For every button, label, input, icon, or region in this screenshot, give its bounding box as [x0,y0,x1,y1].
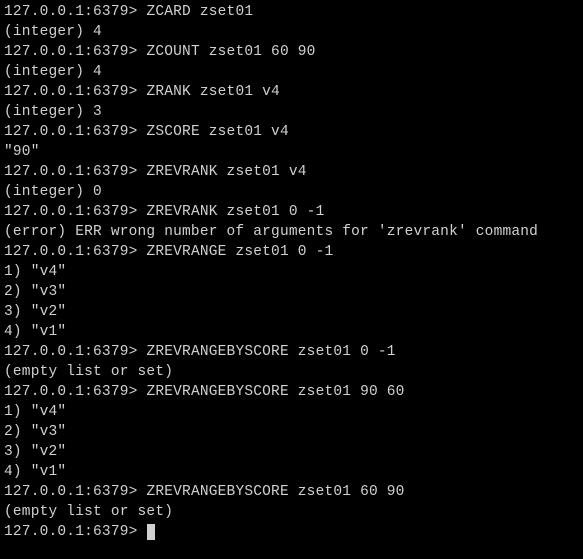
prompt: 127.0.0.1:6379> [4,524,146,540]
command-text: ZREVRANGEBYSCORE zset01 0 -1 [146,344,395,360]
output-text: 4) "v1" [4,324,66,340]
terminal-output-line: 1) "v4" [4,262,579,282]
output-text: 3) "v2" [4,304,66,320]
output-text: 1) "v4" [4,264,66,280]
command-text: ZREVRANGE zset01 0 -1 [146,244,333,260]
terminal-output-line: 3) "v2" [4,442,579,462]
terminal-output-line: 4) "v1" [4,322,579,342]
terminal-command-line: 127.0.0.1:6379> ZREVRANGE zset01 0 -1 [4,242,579,262]
prompt: 127.0.0.1:6379> [4,484,146,500]
prompt: 127.0.0.1:6379> [4,164,146,180]
terminal-output-line: (integer) 4 [4,62,579,82]
output-text: "90" [4,144,40,160]
output-text: (integer) 4 [4,64,102,80]
prompt: 127.0.0.1:6379> [4,124,146,140]
prompt: 127.0.0.1:6379> [4,204,146,220]
output-text: (integer) 0 [4,184,102,200]
output-text: (integer) 4 [4,24,102,40]
terminal-output-line: (empty list or set) [4,362,579,382]
command-text: ZSCORE zset01 v4 [146,124,288,140]
prompt: 127.0.0.1:6379> [4,84,146,100]
output-text: (empty list or set) [4,504,173,520]
terminal-output-line: "90" [4,142,579,162]
output-text: 2) "v3" [4,284,66,300]
terminal-command-line: 127.0.0.1:6379> [4,522,579,542]
terminal-command-line: 127.0.0.1:6379> ZCARD zset01 [4,2,579,22]
prompt: 127.0.0.1:6379> [4,44,146,60]
terminal-command-line: 127.0.0.1:6379> ZRANK zset01 v4 [4,82,579,102]
output-text: 4) "v1" [4,464,66,480]
prompt: 127.0.0.1:6379> [4,344,146,360]
command-text: ZREVRANGEBYSCORE zset01 90 60 [146,384,404,400]
prompt: 127.0.0.1:6379> [4,384,146,400]
terminal-output-line: 2) "v3" [4,282,579,302]
terminal-output-line: (integer) 0 [4,182,579,202]
output-text: (integer) 3 [4,104,102,120]
command-text: ZRANK zset01 v4 [146,84,280,100]
command-text: ZREVRANK zset01 v4 [146,164,306,180]
terminal-command-line: 127.0.0.1:6379> ZREVRANGEBYSCORE zset01 … [4,482,579,502]
prompt: 127.0.0.1:6379> [4,244,146,260]
terminal-output-line: (error) ERR wrong number of arguments fo… [4,222,579,242]
terminal-output-line: 1) "v4" [4,402,579,422]
output-text: 2) "v3" [4,424,66,440]
terminal-output-line: (integer) 3 [4,102,579,122]
command-text: ZCOUNT zset01 60 90 [146,44,315,60]
terminal-command-line: 127.0.0.1:6379> ZREVRANK zset01 v4 [4,162,579,182]
terminal-command-line: 127.0.0.1:6379> ZREVRANK zset01 0 -1 [4,202,579,222]
cursor [147,524,155,540]
output-text: 3) "v2" [4,444,66,460]
command-text: ZCARD zset01 [146,4,253,20]
terminal-output-line: (empty list or set) [4,502,579,522]
terminal-output-line: 2) "v3" [4,422,579,442]
output-text: 1) "v4" [4,404,66,420]
terminal-command-line: 127.0.0.1:6379> ZSCORE zset01 v4 [4,122,579,142]
output-text: (error) ERR wrong number of arguments fo… [4,224,538,240]
prompt: 127.0.0.1:6379> [4,4,146,20]
terminal-output-line: (integer) 4 [4,22,579,42]
terminal-command-line: 127.0.0.1:6379> ZREVRANGEBYSCORE zset01 … [4,342,579,362]
command-text: ZREVRANK zset01 0 -1 [146,204,324,220]
terminal-output-line: 4) "v1" [4,462,579,482]
terminal-output-line: 3) "v2" [4,302,579,322]
output-text: (empty list or set) [4,364,173,380]
command-text: ZREVRANGEBYSCORE zset01 60 90 [146,484,404,500]
terminal-command-line: 127.0.0.1:6379> ZCOUNT zset01 60 90 [4,42,579,62]
terminal-command-line: 127.0.0.1:6379> ZREVRANGEBYSCORE zset01 … [4,382,579,402]
terminal[interactable]: 127.0.0.1:6379> ZCARD zset01 (integer) 4 1… [0,0,583,544]
